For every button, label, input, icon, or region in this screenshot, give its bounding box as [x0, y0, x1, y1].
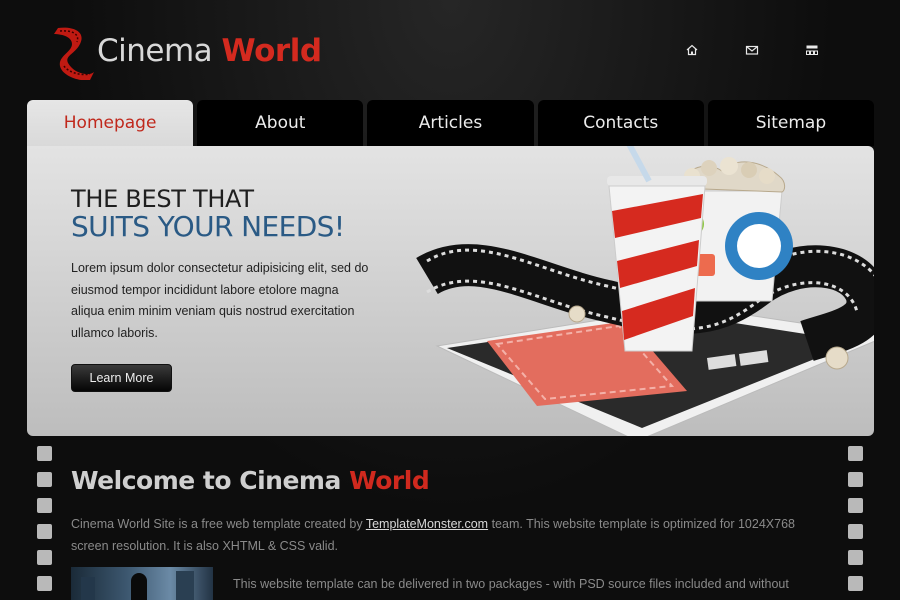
home-icon[interactable]	[684, 42, 700, 58]
top-icon-bar	[684, 42, 820, 58]
sitemap-icon[interactable]	[804, 42, 820, 58]
film-reel-logo-icon	[54, 27, 94, 80]
site-logo[interactable]: Cinema World	[50, 22, 340, 82]
article-thumbnail[interactable]	[71, 567, 213, 600]
popcorn-kernel-graphic	[568, 305, 586, 323]
intro-paragraph: Cinema World Site is a free web template…	[71, 517, 795, 553]
hero-description: Lorem ipsum dolor consectetur adipisicin…	[71, 261, 369, 340]
site-logo-text: Cinema World	[97, 33, 322, 69]
article-paragraph: This website template can be delivered i…	[233, 577, 789, 591]
nav-tab-sitemap[interactable]: Sitemap	[707, 100, 875, 146]
main-nav: Homepage About Articles Contacts Sitemap	[27, 100, 875, 146]
nav-tab-about[interactable]: About	[197, 100, 364, 146]
hero-heading: THE BEST THAT SUITS YOUR NEEDS!	[71, 185, 345, 243]
hero-heading-line2: SUITS YOUR NEEDS!	[71, 210, 345, 243]
learn-more-button[interactable]: Learn More	[71, 364, 172, 392]
popcorn-kernel-graphic	[825, 346, 849, 370]
nav-tab-articles[interactable]: Articles	[367, 100, 534, 146]
hero-heading-line1: THE BEST THAT	[71, 185, 254, 213]
nav-tab-homepage[interactable]: Homepage	[27, 100, 194, 146]
mail-icon[interactable]	[744, 42, 760, 58]
hero-banner: THE BEST THAT SUITS YOUR NEEDS! Lorem ip…	[27, 146, 874, 436]
welcome-heading: Welcome to Cinema World	[71, 466, 430, 495]
film-strip-right	[848, 446, 863, 600]
cinema-popcorn-drink-illustration	[416, 146, 874, 436]
templatemonster-link[interactable]: TemplateMonster.com	[366, 517, 488, 531]
film-strip-left	[37, 446, 52, 600]
nav-tab-contacts[interactable]: Contacts	[537, 100, 704, 146]
